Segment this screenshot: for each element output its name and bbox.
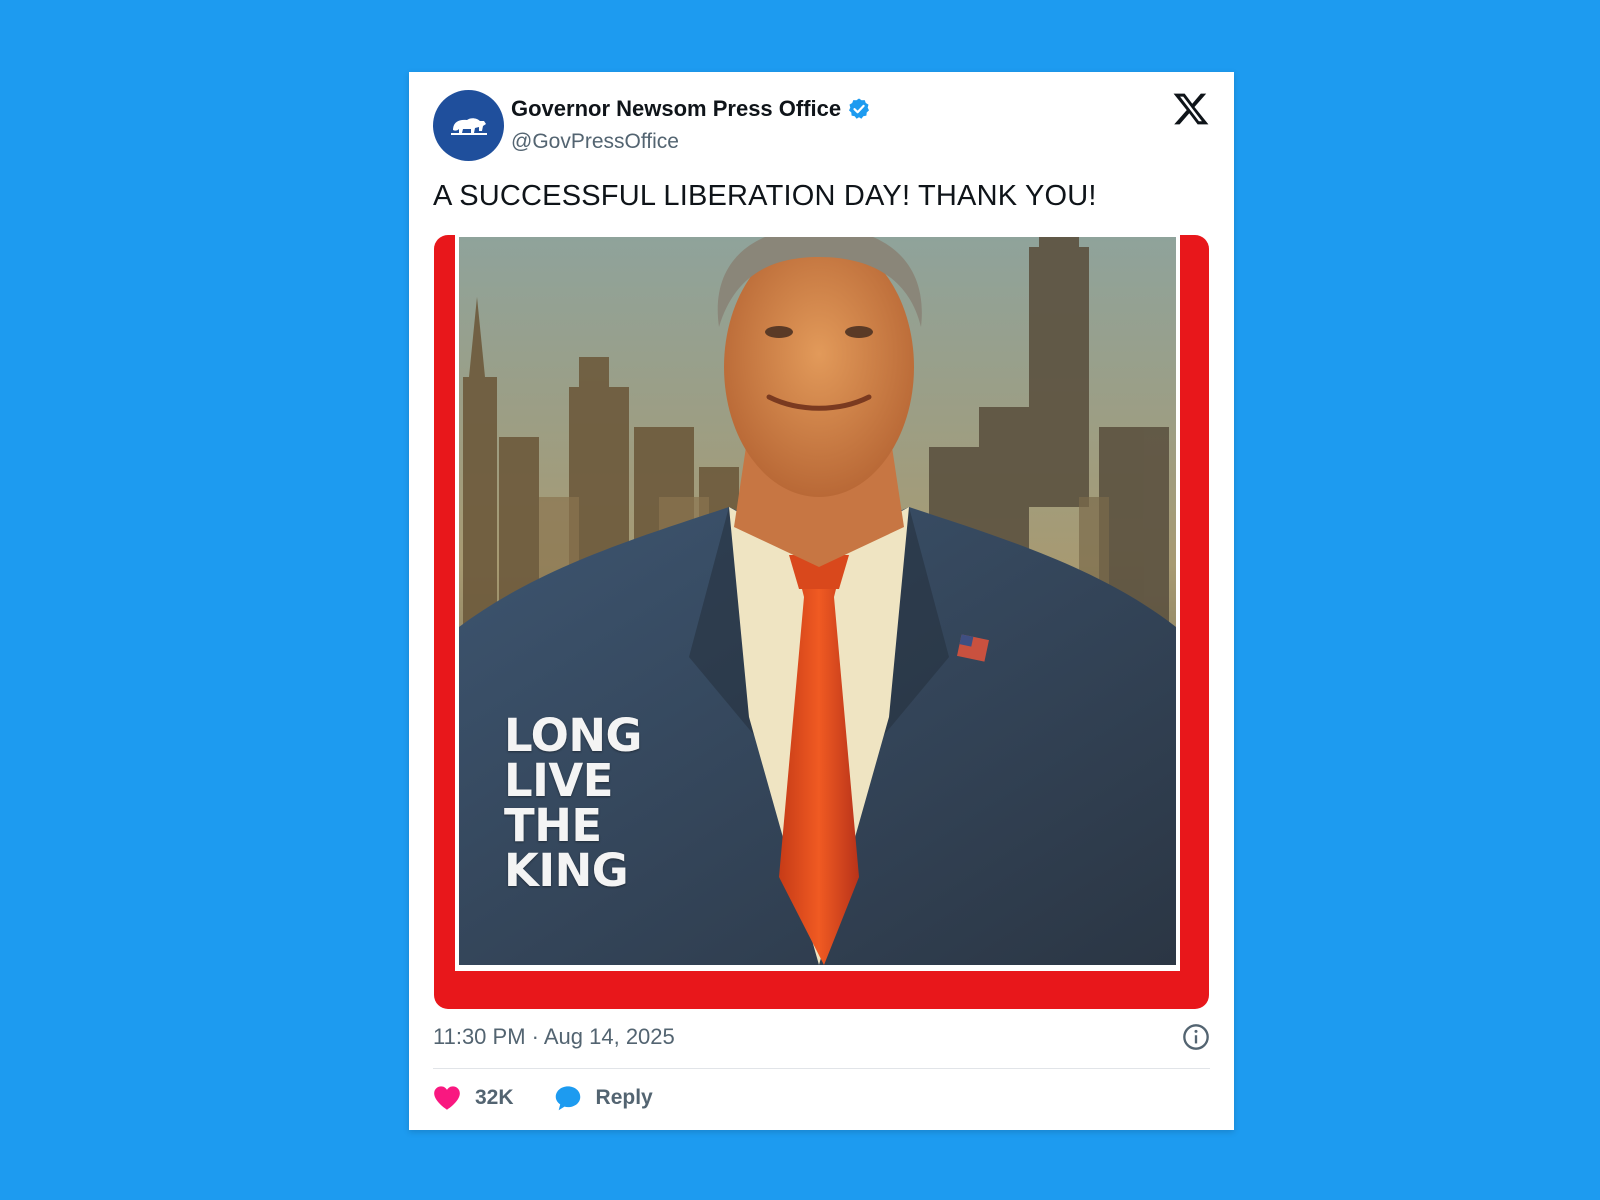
author-row: Governor Newsom Press Office	[511, 96, 871, 122]
heart-icon	[434, 1086, 460, 1110]
info-icon[interactable]	[1182, 1023, 1210, 1051]
x-logo-icon[interactable]	[1172, 90, 1210, 128]
tweet-text: A SUCCESSFUL LIBERATION DAY! THANK YOU!	[433, 180, 1097, 212]
like-button[interactable]: 32K	[433, 1085, 514, 1111]
media-cover-frame: LONG LIVE THE KING	[455, 235, 1180, 971]
cover-line: THE	[504, 799, 602, 852]
cover-headline: LONG LIVE THE KING	[504, 713, 642, 893]
tweet-actions: 32K Reply	[433, 1084, 693, 1112]
cover-line: KING	[504, 844, 629, 897]
page-background: Governor Newsom Press Office @GovPressOf…	[0, 0, 1600, 1200]
tweet-card: Governor Newsom Press Office @GovPressOf…	[409, 72, 1234, 1130]
divider	[433, 1068, 1210, 1069]
verified-badge-icon	[849, 98, 870, 119]
reply-label: Reply	[595, 1086, 653, 1109]
reply-button[interactable]: Reply	[554, 1084, 653, 1112]
avatar[interactable]	[433, 90, 504, 161]
tweet-media[interactable]: LONG LIVE THE KING	[434, 235, 1209, 1009]
tweet-timestamp[interactable]: 11:30 PM · Aug 14, 2025	[433, 1024, 675, 1050]
author-handle[interactable]: @GovPressOffice	[511, 130, 679, 154]
like-count: 32K	[475, 1086, 514, 1109]
cover-line: LIVE	[504, 754, 613, 807]
cover-line: LONG	[504, 709, 642, 762]
reply-bubble-icon	[555, 1086, 580, 1111]
author-name[interactable]: Governor Newsom Press Office	[511, 96, 841, 122]
california-bear-icon	[450, 117, 487, 135]
